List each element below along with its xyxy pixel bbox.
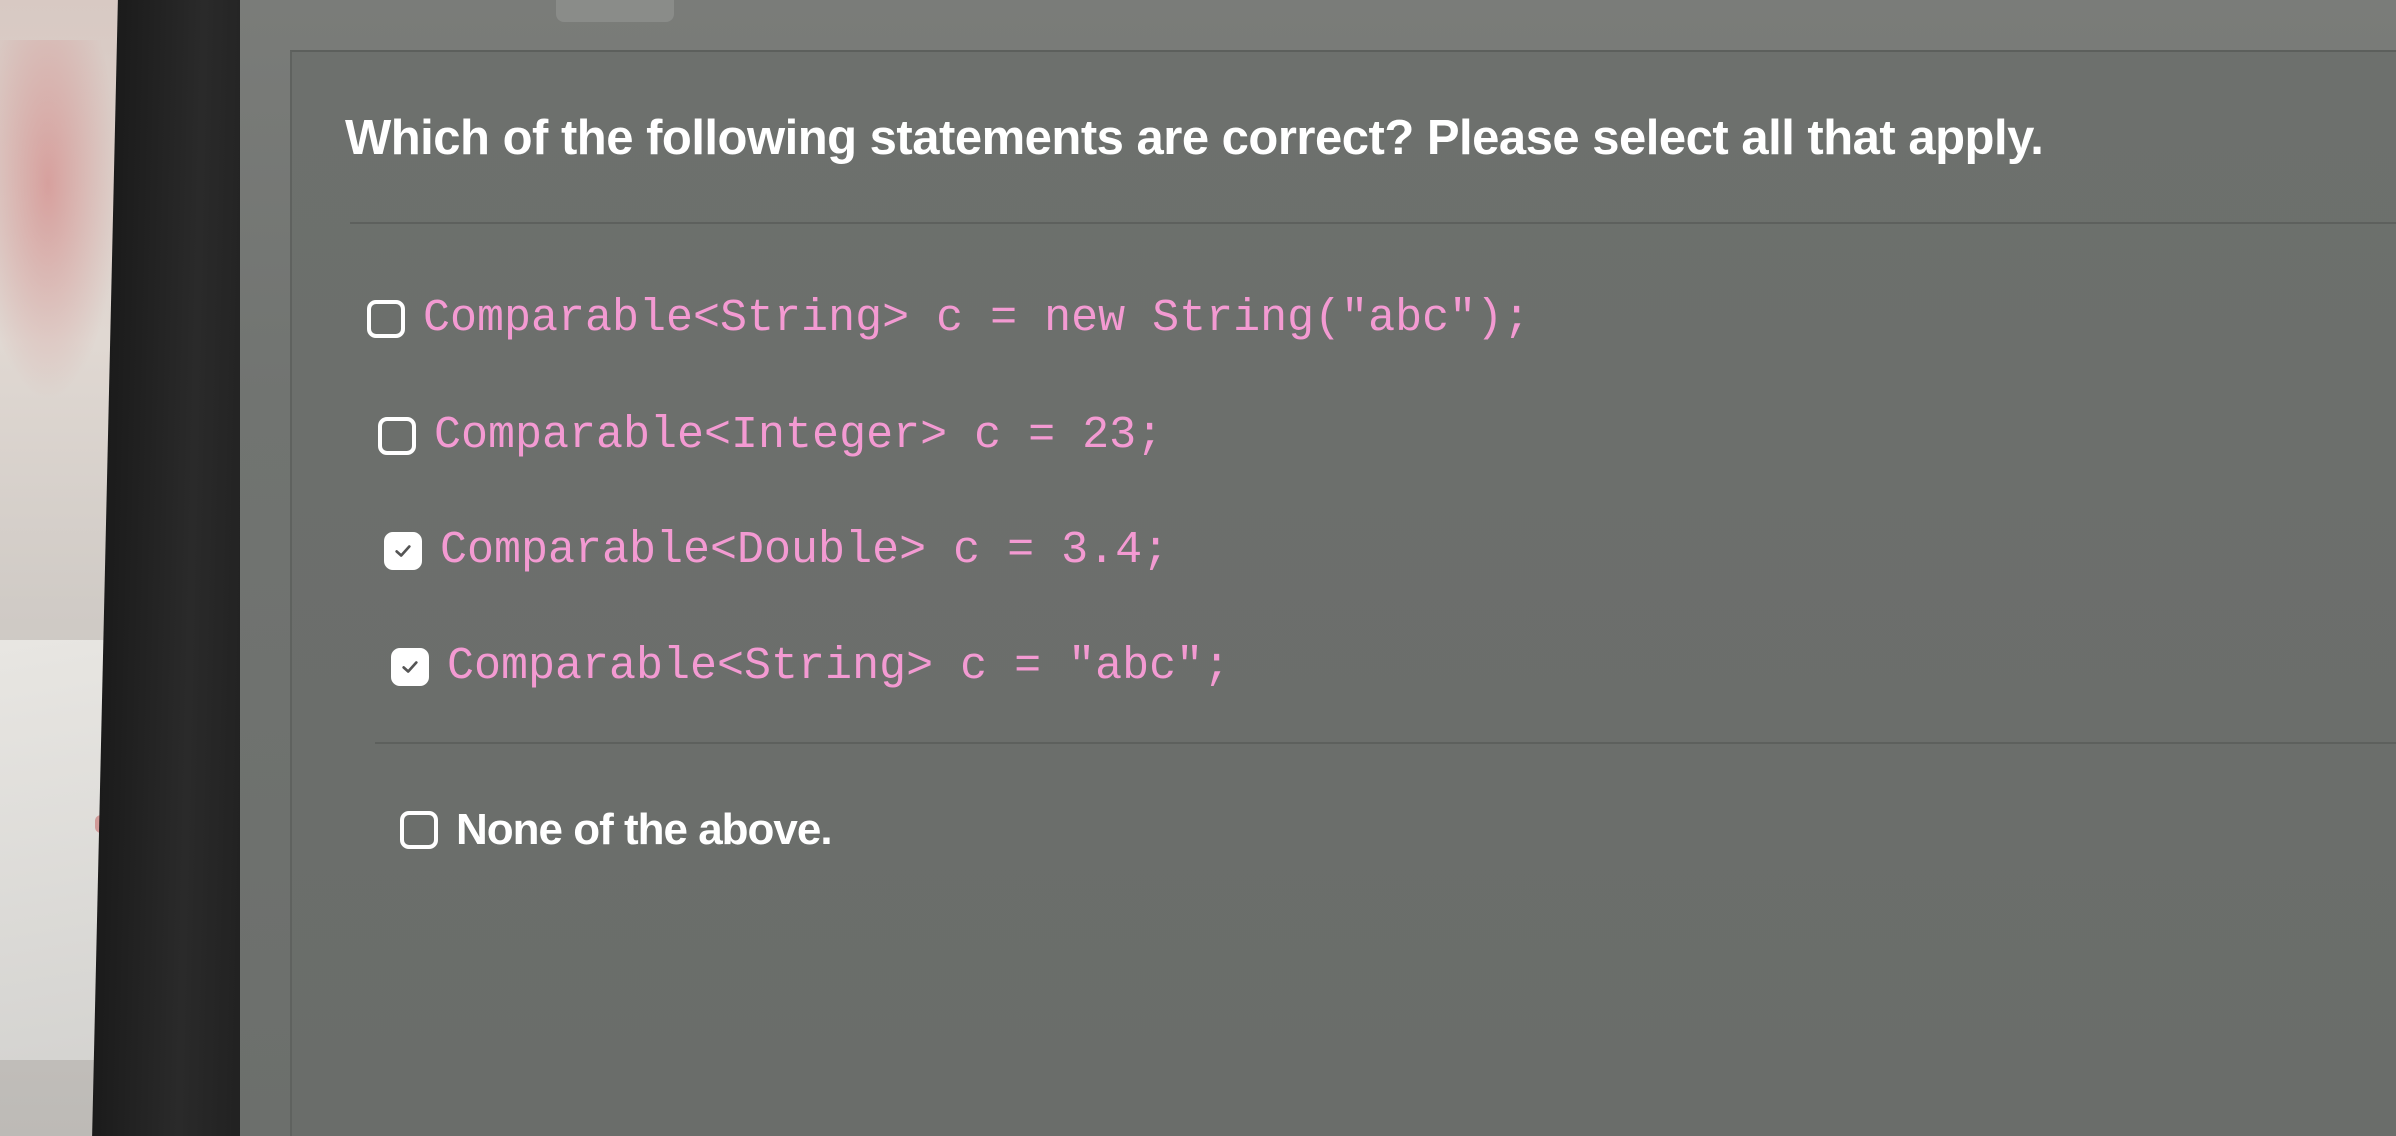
option-label: Comparable<Integer> c = 23;: [434, 410, 1164, 461]
answer-option[interactable]: Comparable<String> c = "abc";: [391, 641, 1230, 692]
top-tab[interactable]: [556, 0, 674, 22]
answer-option-none[interactable]: None of the above.: [400, 805, 833, 855]
check-icon: [395, 544, 411, 557]
option-label: None of the above.: [456, 805, 833, 854]
divider: [350, 222, 2396, 224]
answer-option[interactable]: Comparable<String> c = new String("abc")…: [367, 293, 1530, 344]
answer-option[interactable]: Comparable<Double> c = 3.4;: [384, 525, 1169, 576]
option-label: Comparable<Double> c = 3.4;: [440, 525, 1170, 576]
option-label: Comparable<String> c = new String("abc")…: [423, 293, 1531, 344]
checkbox-checked[interactable]: [391, 647, 429, 686]
option-label: Comparable<String> c = "abc";: [447, 641, 1231, 692]
checkbox[interactable]: [400, 811, 438, 849]
answer-option[interactable]: Comparable<Integer> c = 23;: [378, 410, 1163, 461]
checkbox[interactable]: [367, 299, 405, 338]
quiz-panel: [290, 50, 2396, 1136]
background-pink-object: [0, 40, 120, 400]
checkbox[interactable]: [378, 416, 416, 455]
question-text: Which of the following statements are co…: [345, 111, 2044, 165]
checkbox-checked[interactable]: [384, 531, 422, 570]
check-icon: [402, 660, 418, 673]
divider: [375, 742, 2396, 744]
